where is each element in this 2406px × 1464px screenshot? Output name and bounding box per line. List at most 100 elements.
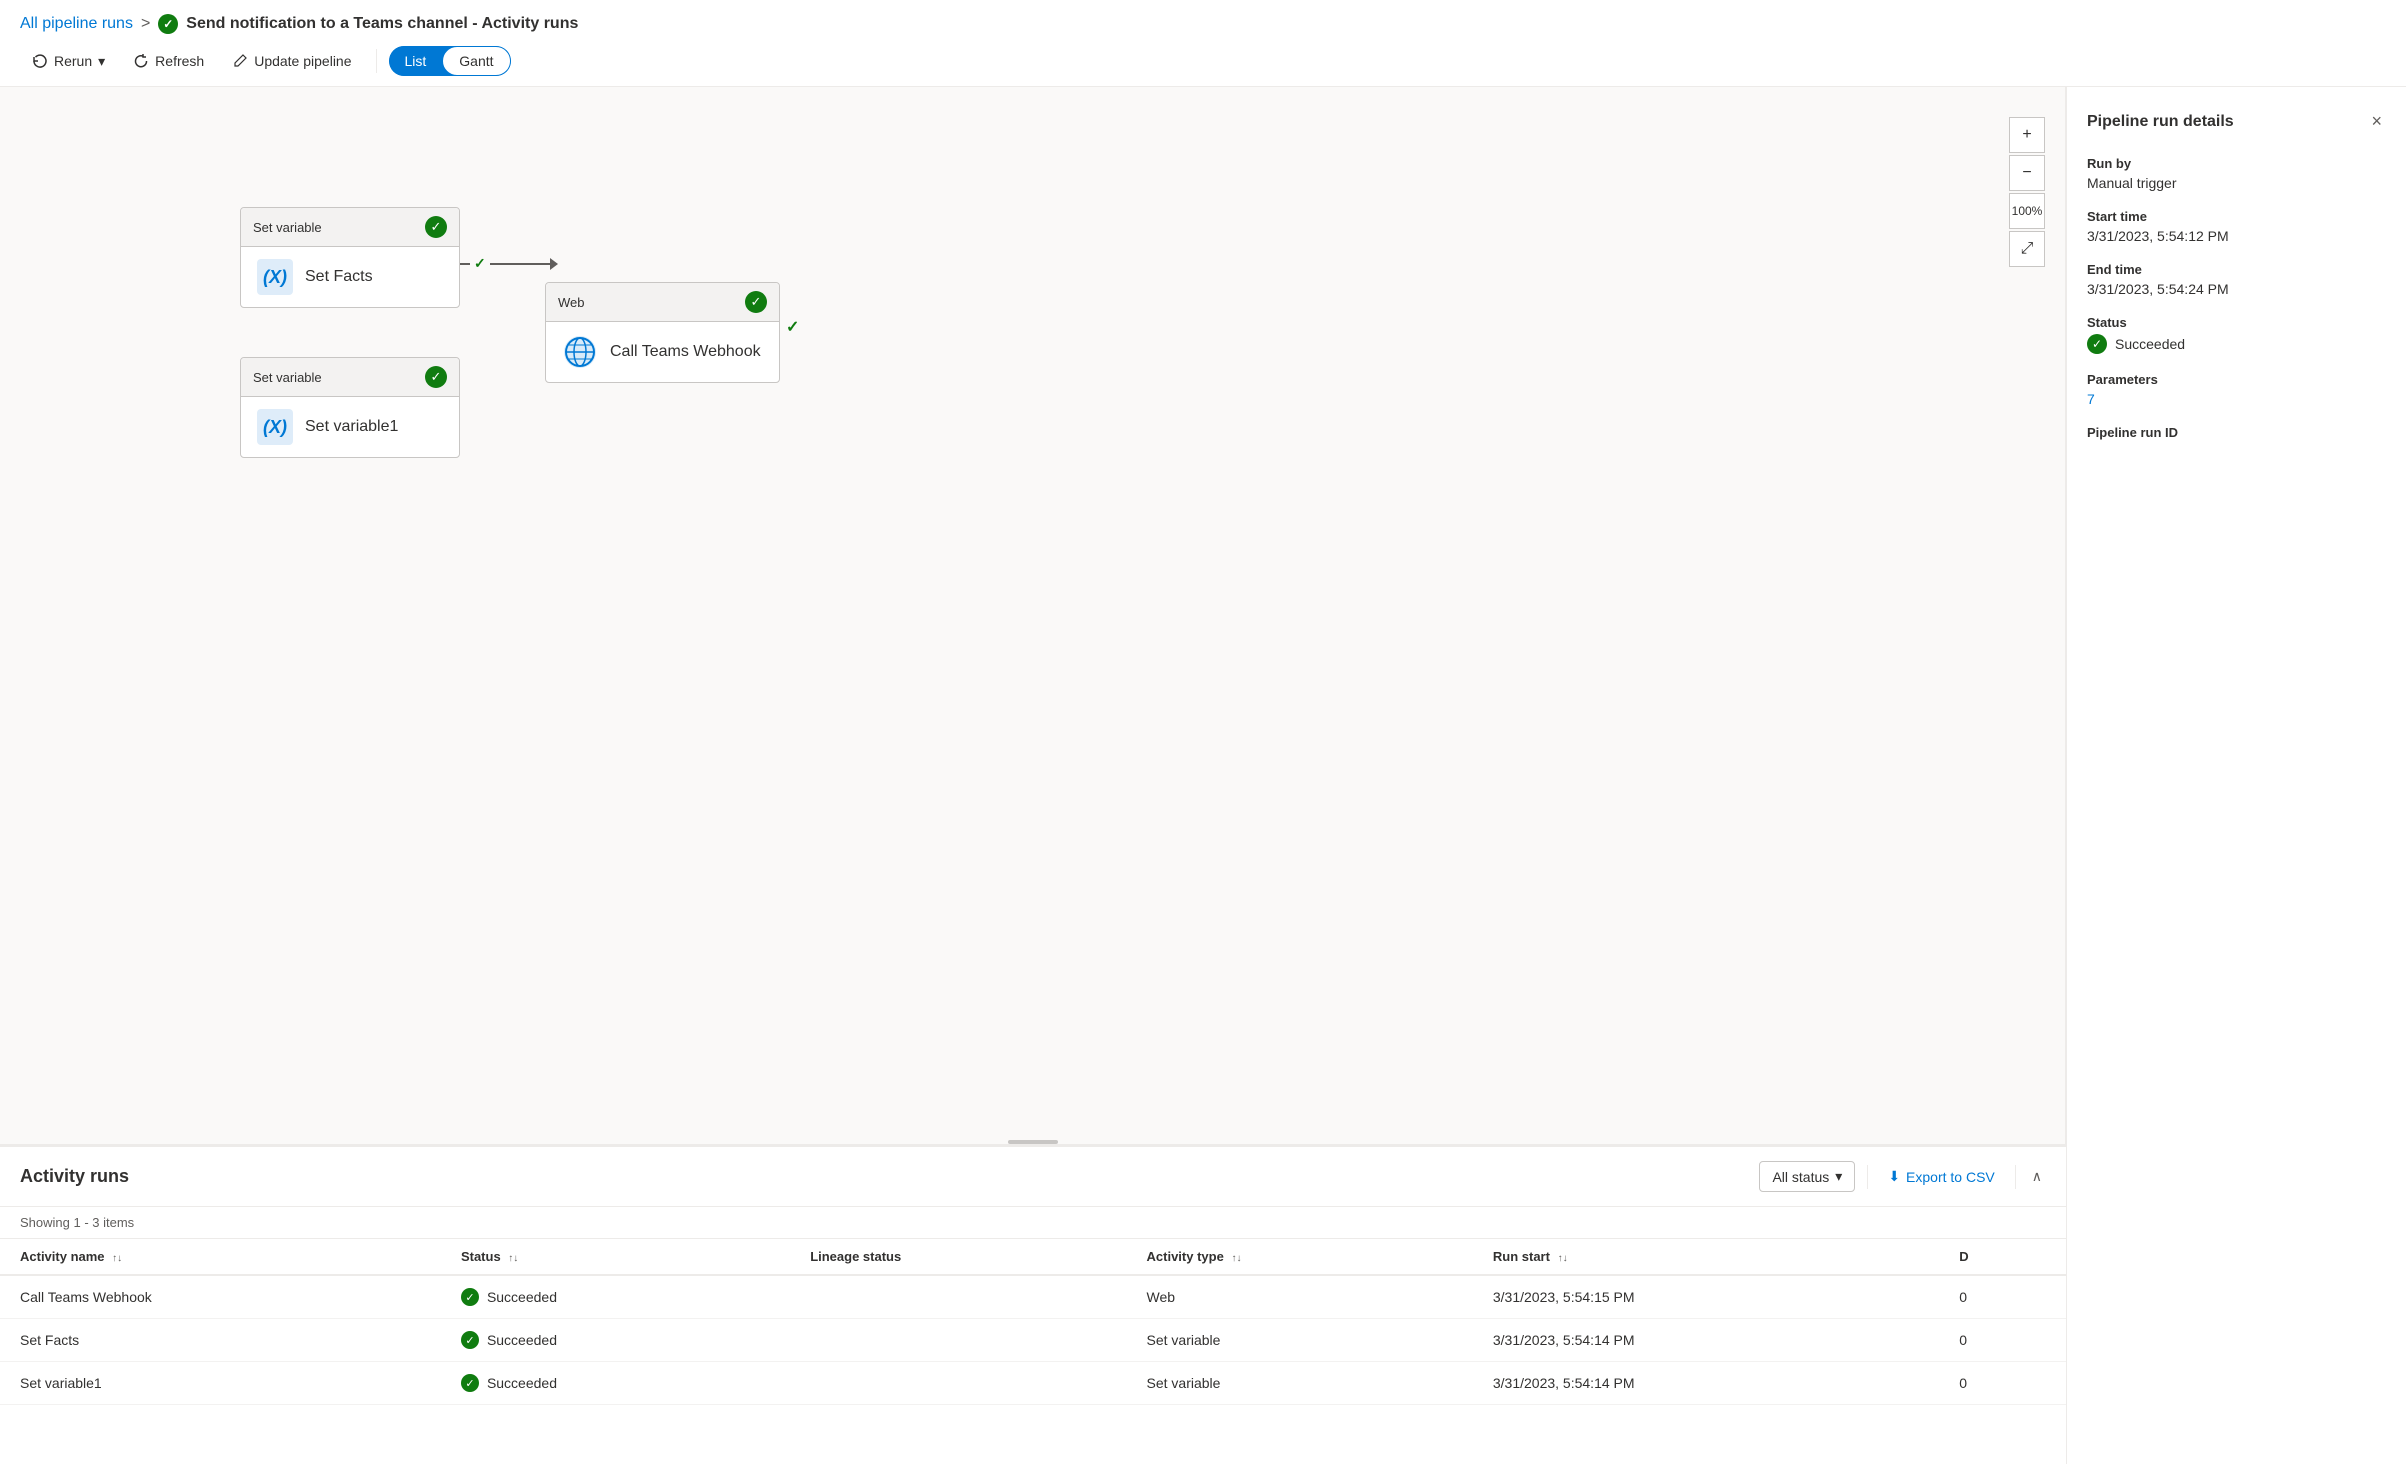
sort-run-start-icon: ↑↓: [1558, 1253, 1568, 1264]
pipeline-run-details-panel: Pipeline run details × Run by Manual tri…: [2066, 87, 2406, 1464]
cell-d-1: 0: [1939, 1275, 2066, 1319]
connector-segment2: [490, 263, 550, 265]
end-time-row: End time 3/31/2023, 5:54:24 PM: [2087, 262, 2386, 297]
table-row[interactable]: Set variable1 ✓ Succeeded Set variable 3…: [0, 1362, 2066, 1405]
canvas-controls: + − 100% ⤢: [2009, 117, 2045, 267]
status-icon-2: ✓: [461, 1331, 479, 1349]
cell-activity-name-1: Call Teams Webhook: [0, 1275, 441, 1319]
cell-lineage-2: [790, 1319, 1126, 1362]
start-time-value: 3/31/2023, 5:54:12 PM: [2087, 228, 2386, 244]
collapse-panel-button[interactable]: ∧: [2028, 1164, 2046, 1189]
cell-type-2: Set variable: [1127, 1319, 1473, 1362]
pipeline-run-id-row: Pipeline run ID: [2087, 425, 2386, 440]
web-success-icon: ✓: [745, 291, 767, 313]
panel-divider: [1867, 1165, 1868, 1189]
table-header-row: Activity name ↑↓ Status ↑↓ Lineage statu…: [0, 1239, 2066, 1275]
col-activity-type[interactable]: Activity type ↑↓: [1127, 1239, 1473, 1275]
parameters-row: Parameters 7: [2087, 372, 2386, 407]
col-d: D: [1939, 1239, 2066, 1275]
cell-lineage-1: [790, 1275, 1126, 1319]
view-toggle: List Gantt: [389, 46, 511, 76]
cell-activity-name-3: Set variable1: [0, 1362, 441, 1405]
web-node-header: Web ✓: [546, 283, 779, 322]
table-row[interactable]: Set Facts ✓ Succeeded Set variable 3/31/…: [0, 1319, 2066, 1362]
set-facts-node-body: (X) Set Facts: [241, 247, 459, 307]
set-variable1-icon: (X): [257, 409, 293, 445]
cell-runstart-1: 3/31/2023, 5:54:15 PM: [1473, 1275, 1939, 1319]
gantt-view-button[interactable]: Gantt: [442, 46, 510, 76]
arrow-head: [550, 258, 558, 270]
web-node-right-check: ✓: [786, 317, 799, 337]
pipeline-canvas: Set variable ✓ (X) Set Facts Set variabl…: [0, 87, 2065, 1144]
connector-segment1: [460, 263, 470, 265]
sort-activity-name-icon: ↑↓: [112, 1253, 122, 1264]
toolbar-divider: [376, 49, 377, 73]
zoom-out-button[interactable]: −: [2009, 155, 2045, 191]
cell-type-1: Web: [1127, 1275, 1473, 1319]
status-filter[interactable]: All status ▾: [1759, 1161, 1855, 1192]
parameters-value[interactable]: 7: [2087, 391, 2386, 407]
activity-runs-table: Activity name ↑↓ Status ↑↓ Lineage statu…: [0, 1239, 2066, 1405]
web-node-body: Call Teams Webhook: [546, 322, 779, 382]
run-by-row: Run by Manual trigger: [2087, 156, 2386, 191]
col-status[interactable]: Status ↑↓: [441, 1239, 790, 1275]
toolbar: Rerun ▾ Refresh Update pipeline List Gan…: [20, 46, 2386, 76]
refresh-icon: [133, 53, 149, 69]
set-variable1-label: Set variable1: [305, 418, 398, 436]
sort-status-icon: ↑↓: [508, 1253, 518, 1264]
sidebar-header: Pipeline run details ×: [2087, 107, 2386, 136]
set-facts-label: Set Facts: [305, 268, 373, 286]
run-by-label: Run by: [2087, 156, 2386, 171]
success-badge-header: ✓: [158, 14, 178, 34]
content-area: Set variable ✓ (X) Set Facts Set variabl…: [0, 87, 2066, 1464]
cell-d-3: 0: [1939, 1362, 2066, 1405]
update-pipeline-button[interactable]: Update pipeline: [220, 47, 363, 75]
status-icon-1: ✓: [461, 1288, 479, 1306]
main-area: Set variable ✓ (X) Set Facts Set variabl…: [0, 87, 2406, 1464]
cell-lineage-3: [790, 1362, 1126, 1405]
web-node[interactable]: Web ✓: [545, 282, 780, 383]
set-variable1-success-icon: ✓: [425, 366, 447, 388]
close-details-button[interactable]: ×: [2367, 107, 2386, 136]
panel-header: Activity runs All status ▾ ⬇ Export to C…: [0, 1147, 2066, 1207]
status-value-row: ✓ Succeeded: [2087, 334, 2386, 354]
set-facts-success-icon: ✓: [425, 216, 447, 238]
set-facts-icon: (X): [257, 259, 293, 295]
start-time-label: Start time: [2087, 209, 2386, 224]
cell-runstart-2: 3/31/2023, 5:54:14 PM: [1473, 1319, 1939, 1362]
refresh-button[interactable]: Refresh: [121, 47, 216, 75]
expand-button[interactable]: ⤢: [2009, 231, 2045, 267]
set-facts-node-header: Set variable ✓: [241, 208, 459, 247]
col-activity-name[interactable]: Activity name ↑↓: [0, 1239, 441, 1275]
status-row: Status ✓ Succeeded: [2087, 315, 2386, 354]
set-variable1-node[interactable]: Set variable ✓ (X) Set variable1: [240, 357, 460, 458]
resize-handle[interactable]: [1008, 1140, 1058, 1144]
breadcrumb-link[interactable]: All pipeline runs: [20, 15, 133, 33]
table-row[interactable]: Call Teams Webhook ✓ Succeeded Web 3/31/…: [0, 1275, 2066, 1319]
activity-runs-panel: Activity runs All status ▾ ⬇ Export to C…: [0, 1144, 2066, 1464]
col-run-start[interactable]: Run start ↑↓: [1473, 1239, 1939, 1275]
set-variable1-node-header: Set variable ✓: [241, 358, 459, 397]
export-csv-button[interactable]: ⬇ Export to CSV: [1880, 1162, 2002, 1191]
fit-button[interactable]: 100%: [2009, 193, 2045, 229]
page: All pipeline runs > ✓ Send notification …: [0, 0, 2406, 1464]
rerun-button[interactable]: Rerun ▾: [20, 47, 117, 76]
table-body: Call Teams Webhook ✓ Succeeded Web 3/31/…: [0, 1275, 2066, 1405]
pipeline-canvas-area: Set variable ✓ (X) Set Facts Set variabl…: [0, 87, 2066, 1144]
parameters-label: Parameters: [2087, 372, 2386, 387]
end-time-value: 3/31/2023, 5:54:24 PM: [2087, 281, 2386, 297]
start-time-row: Start time 3/31/2023, 5:54:12 PM: [2087, 209, 2386, 244]
set-facts-node[interactable]: Set variable ✓ (X) Set Facts: [240, 207, 460, 308]
cell-d-2: 0: [1939, 1319, 2066, 1362]
zoom-in-button[interactable]: +: [2009, 117, 2045, 153]
status-icon-3: ✓: [461, 1374, 479, 1392]
item-count: Showing 1 - 3 items: [0, 1207, 2066, 1239]
connector-line: ✓: [460, 255, 558, 272]
cell-status-3: ✓ Succeeded: [441, 1362, 790, 1405]
globe-icon: [562, 334, 598, 370]
status-success-icon: ✓: [2087, 334, 2107, 354]
connector-check1: ✓: [474, 255, 486, 272]
panel-title: Activity runs: [20, 1166, 129, 1187]
cell-runstart-3: 3/31/2023, 5:54:14 PM: [1473, 1362, 1939, 1405]
list-view-button[interactable]: List: [389, 46, 443, 76]
